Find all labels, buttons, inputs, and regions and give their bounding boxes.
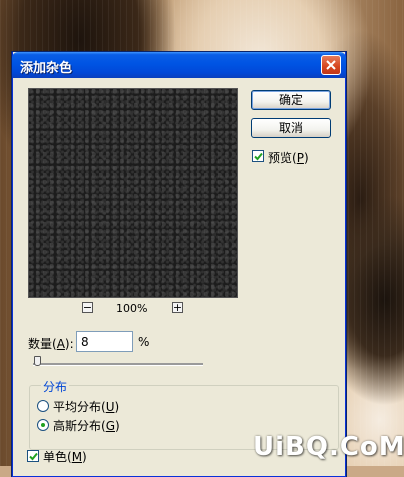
amount-unit: % [138,335,150,349]
preview-label: 预览(P) [268,151,309,165]
preview-checkbox[interactable] [252,150,264,162]
dialog-title: 添加杂色 [20,61,73,76]
monochromatic-checkbox[interactable] [27,450,39,462]
zoom-controls: − 100% + [13,302,263,316]
amount-label: 数量(A): [28,337,74,351]
gaussian-label[interactable]: 高斯分布(G) [53,417,120,434]
title-bar[interactable]: 添加杂色 [12,52,346,78]
cancel-button[interactable]: 取消 [251,118,331,138]
amount-slider-track[interactable] [33,363,203,366]
checkmark-icon [28,452,38,460]
gaussian-radio[interactable] [37,419,49,431]
zoom-in-button[interactable]: + [172,302,183,313]
amount-slider-thumb[interactable] [34,356,41,366]
monochromatic-label: 单色(M) [43,450,87,464]
zoom-level: 100% [116,302,148,315]
close-icon [326,60,336,70]
uniform-radio[interactable] [37,400,49,412]
distribution-title: 分布 [41,378,70,395]
noise-preview[interactable] [28,88,238,298]
zoom-out-button[interactable]: − [82,302,93,313]
ok-button[interactable]: 确定 [251,90,331,110]
checkmark-icon [253,152,263,160]
uniform-label[interactable]: 平均分布(U) [53,398,119,415]
site-watermark: UiBQ.CoM [253,432,404,462]
add-noise-dialog: 添加杂色 − 100% + 确定 取消 预览(P) 数量(A): % 分布 平均… [12,52,346,477]
amount-input[interactable] [76,331,133,352]
close-button[interactable] [321,55,341,75]
